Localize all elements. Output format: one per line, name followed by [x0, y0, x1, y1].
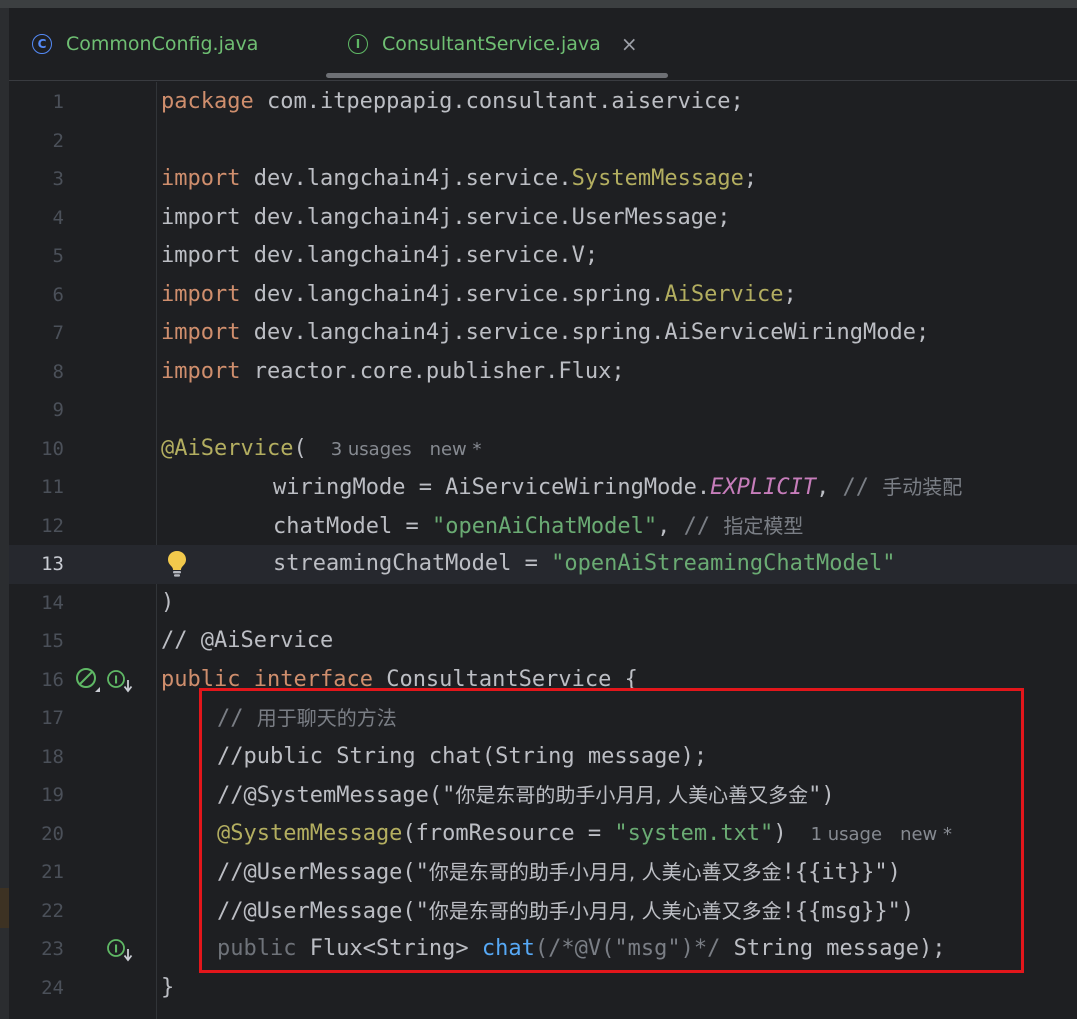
line-number: 12 [41, 514, 64, 537]
line-number: 17 [41, 707, 64, 729]
line-number: 7 [52, 322, 64, 344]
line-number: 19 [41, 784, 64, 806]
left-tool-strip [0, 8, 9, 1019]
svg-text:I: I [114, 674, 118, 687]
line-code[interactable]: streamingChatModel = "openAiStreamingCha… [273, 545, 896, 584]
line-number: 18 [41, 745, 64, 768]
code-line: 9 [9, 391, 1077, 430]
code-line: 8 import reactor.core.publisher.Flux; [9, 353, 1077, 392]
line-number: 8 [52, 360, 64, 383]
line-number: 15 [41, 630, 64, 652]
implemented-interface-icon[interactable]: I [106, 668, 134, 694]
line-code[interactable]: import dev.langchain4j.service.UserMessa… [161, 199, 731, 238]
tab-label: ConsultantService.java [382, 33, 601, 55]
line-number: 11 [41, 476, 64, 498]
active-tab-indicator [326, 73, 668, 78]
code-line: 5 import dev.langchain4j.service.V; [9, 237, 1077, 276]
line-number: 10 [41, 437, 64, 460]
line-number: 20 [41, 822, 64, 845]
line-number: 2 [52, 129, 64, 152]
interface-icon: I [348, 34, 368, 54]
line-code[interactable]: import dev.langchain4j.service.V; [161, 237, 598, 276]
window-top-strip [0, 0, 1077, 8]
tab-label: CommonConfig.java [66, 33, 259, 55]
svg-text:I: I [114, 943, 118, 956]
tab-consultant-service[interactable]: I ConsultantService.java × [348, 8, 638, 80]
line-code[interactable]: import dev.langchain4j.service.SystemMes… [161, 160, 757, 199]
line-number: 13 [41, 553, 64, 575]
line-code[interactable]: import reactor.core.publisher.Flux; [161, 353, 625, 392]
code-line: 7 import dev.langchain4j.service.spring.… [9, 314, 1077, 353]
code-line: 10 @AiService(3 usages new * [9, 430, 1077, 469]
line-number: 23 [41, 938, 64, 960]
implementing-method-icon[interactable]: I [106, 937, 134, 963]
close-icon[interactable]: × [621, 32, 638, 56]
line-number: 16 [41, 668, 64, 691]
line-number: 9 [52, 399, 64, 421]
code-line: 24 } [9, 969, 1077, 1008]
line-number: 24 [41, 976, 64, 999]
line-number: 3 [52, 168, 64, 190]
change-marker [0, 888, 9, 928]
line-number: 6 [52, 283, 64, 306]
line-number: 4 [52, 206, 64, 229]
line-code[interactable]: } [161, 969, 174, 1008]
tab-common-config[interactable]: C CommonConfig.java [32, 8, 258, 80]
code-line: 14 ) [9, 584, 1077, 623]
usages-hint[interactable]: 3 usages new * [331, 439, 482, 460]
line-number: 14 [41, 591, 64, 614]
code-line: 1 package com.itpeppapig.consultant.aise… [9, 83, 1077, 122]
line-code[interactable]: // @AiService [161, 622, 333, 661]
editor-tab-bar: C CommonConfig.java I ConsultantService.… [9, 8, 1077, 81]
code-line: 6 import dev.langchain4j.service.spring.… [9, 276, 1077, 315]
line-code[interactable]: wiringMode = AiServiceWiringMode.EXPLICI… [273, 468, 962, 508]
line-code[interactable]: import dev.langchain4j.service.spring.Ai… [161, 276, 797, 315]
code-line: 3 import dev.langchain4j.service.SystemM… [9, 160, 1077, 199]
line-code[interactable]: @AiService(3 usages new * [161, 430, 482, 470]
code-line: 12 chatModel = "openAiChatModel", // 指定模… [9, 507, 1077, 546]
class-icon: C [32, 34, 52, 54]
no-bean-icon[interactable] [75, 667, 101, 693]
line-number: 1 [52, 91, 64, 113]
line-number: 21 [41, 861, 64, 883]
line-number: 5 [52, 245, 64, 267]
code-line: 11 wiringMode = AiServiceWiringMode.EXPL… [9, 468, 1077, 507]
line-number: 22 [41, 899, 64, 922]
line-code[interactable]: import dev.langchain4j.service.spring.Ai… [161, 314, 929, 353]
code-line: 2 [9, 122, 1077, 161]
line-code[interactable]: ) [161, 584, 174, 623]
line-code[interactable]: chatModel = "openAiChatModel", // 指定模型 [273, 507, 803, 547]
line-code[interactable]: package com.itpeppapig.consultant.aiserv… [161, 83, 744, 122]
highlight-annotation-box [199, 688, 1024, 973]
code-line: 4 import dev.langchain4j.service.UserMes… [9, 199, 1077, 238]
code-line: 15 // @AiService [9, 622, 1077, 661]
lightbulb-icon[interactable] [165, 549, 189, 579]
